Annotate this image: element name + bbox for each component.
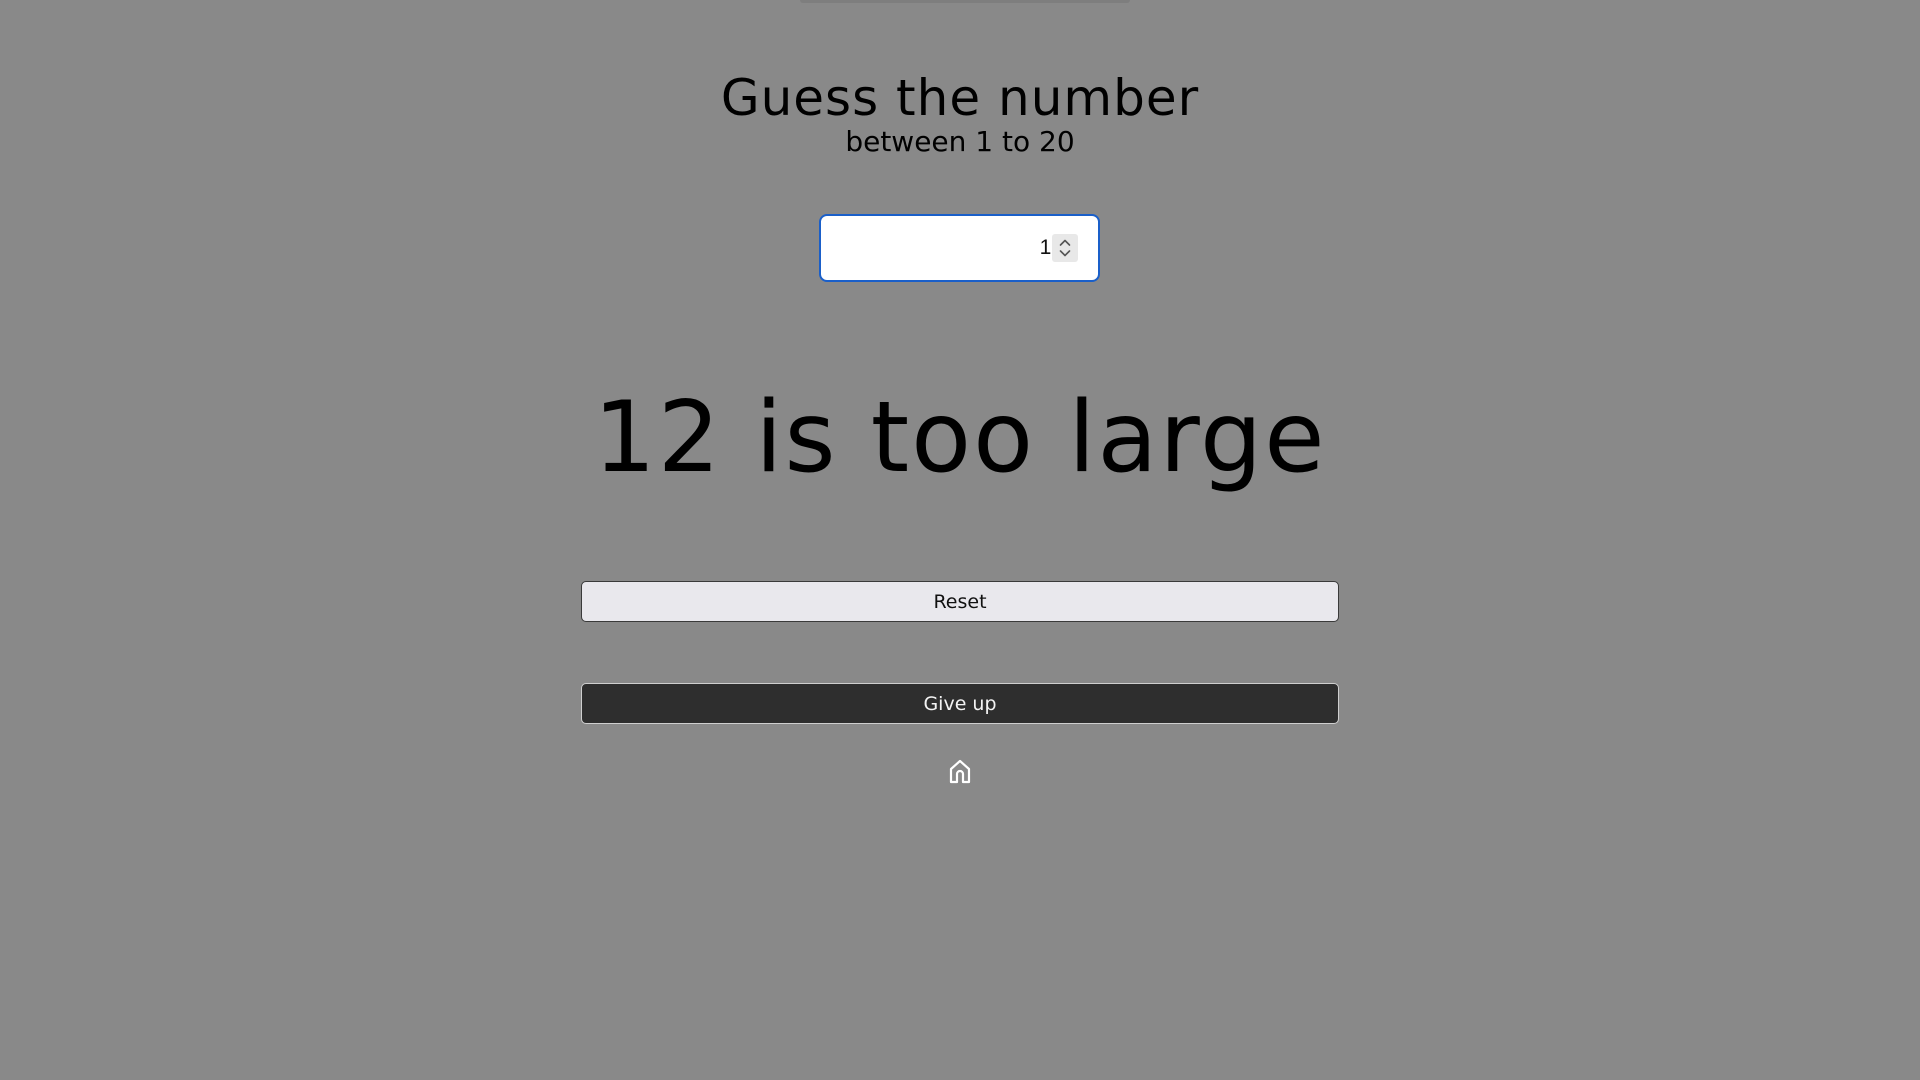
guess-input[interactable]: 12: [819, 214, 1100, 282]
number-stepper[interactable]: [1052, 234, 1078, 262]
reset-button[interactable]: Reset: [581, 581, 1339, 622]
guess-page: Guess the number between 1 to 20 12 12 i…: [0, 0, 1920, 1080]
give-up-button[interactable]: Give up: [581, 683, 1339, 724]
top-edge-bar: [800, 0, 1130, 3]
result-message: 12 is too large: [593, 381, 1327, 495]
range-subtitle: between 1 to 20: [845, 125, 1075, 158]
home-icon[interactable]: [947, 757, 973, 785]
chevron-down-icon[interactable]: [1059, 250, 1071, 257]
guess-value-display[interactable]: 12: [821, 216, 1065, 280]
chevron-up-icon[interactable]: [1059, 239, 1071, 246]
